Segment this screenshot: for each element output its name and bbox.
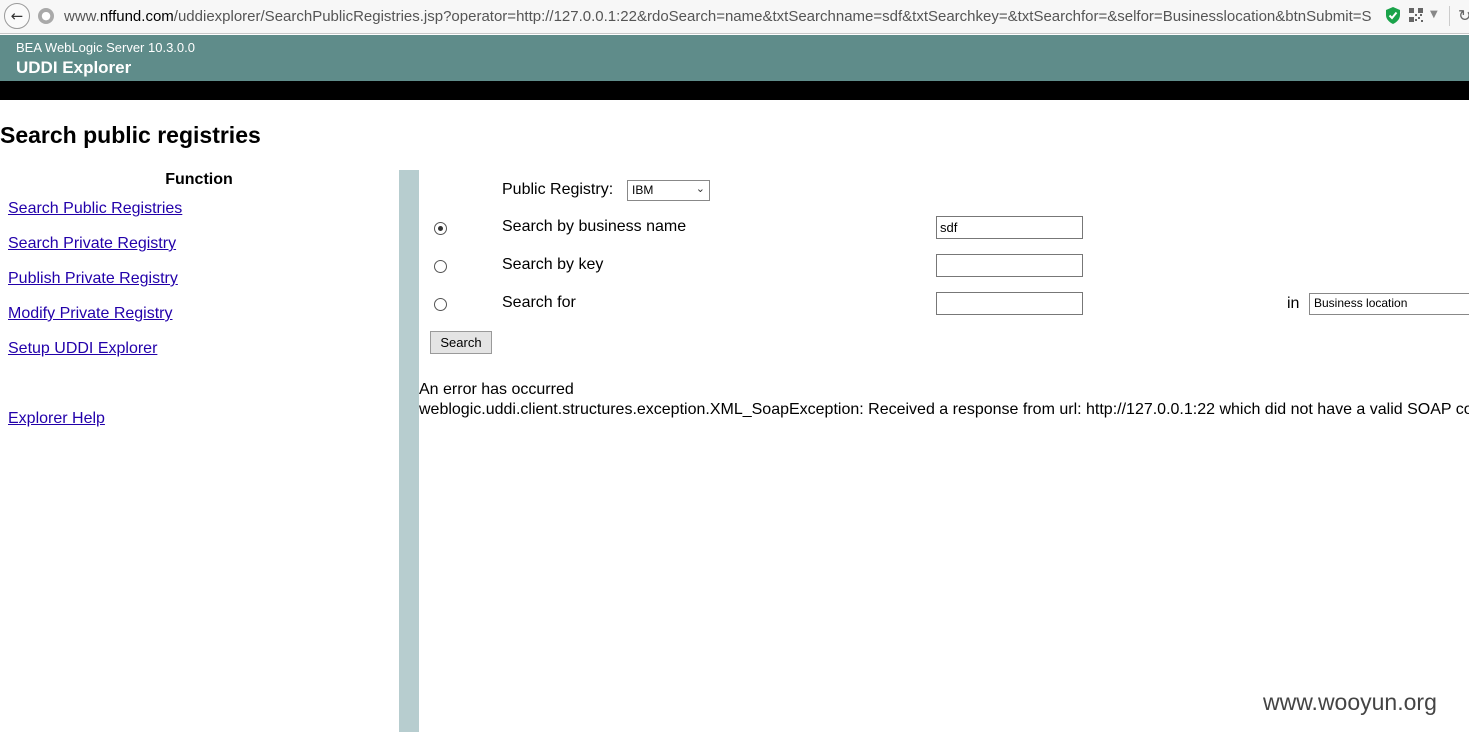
radio-search-by-key[interactable] [434, 260, 447, 273]
option-label-business-name: Search by business name [502, 218, 687, 235]
toolbar-divider [1449, 6, 1450, 26]
site-info-icon[interactable]: ● [38, 8, 54, 24]
radio-search-by-name[interactable] [434, 222, 447, 235]
url-prefix: www. [64, 8, 100, 25]
in-label: in [1287, 295, 1300, 312]
registry-select-value: IBM [632, 183, 654, 197]
app-header: BEA WebLogic Server 10.3.0.0 UDDI Explor… [0, 35, 1469, 81]
search-in-select-value: Business location [1314, 296, 1408, 310]
chevron-down-icon: ⌄ [695, 182, 705, 195]
shield-icon[interactable] [1386, 7, 1400, 24]
error-heading: An error has occurred [419, 381, 574, 398]
url-path: /uddiexplorer/SearchPublicRegistries.jsp… [173, 8, 1372, 25]
key-input[interactable] [936, 254, 1083, 277]
address-bar[interactable]: www.nffund.com/uddiexplorer/SearchPublic… [64, 8, 1378, 28]
option-label-key: Search by key [502, 256, 604, 273]
column-divider [399, 170, 419, 732]
nav-link-setup-uddi-explorer[interactable]: Setup UDDI Explorer [8, 340, 157, 358]
product-name: BEA WebLogic Server 10.3.0.0 [16, 40, 195, 55]
business-name-input[interactable]: sdf [936, 216, 1083, 239]
registry-label: Public Registry: [502, 181, 614, 198]
nav-link-search-public-registries[interactable]: Search Public Registries [8, 200, 182, 218]
nav-link-search-private-registry[interactable]: Search Private Registry [8, 235, 176, 253]
error-message: weblogic.uddi.client.structures.exceptio… [419, 401, 1469, 418]
nav-heading: Function [165, 171, 233, 188]
header-divider-bar [0, 81, 1469, 100]
radio-search-for[interactable] [434, 298, 447, 311]
page-title: Search public registries [0, 122, 261, 148]
url-host: nffund.com [99, 8, 174, 25]
browser-toolbar: ← ● www.nffund.com/uddiexplorer/SearchPu… [0, 0, 1469, 34]
app-title: UDDI Explorer [16, 58, 132, 77]
search-button[interactable]: Search [430, 331, 492, 354]
nav-link-explorer-help[interactable]: Explorer Help [8, 410, 105, 428]
watermark: www.wooyun.org [1263, 689, 1437, 715]
registry-select[interactable]: IBM ⌄ [627, 180, 710, 201]
nav-link-publish-private-registry[interactable]: Publish Private Registry [8, 270, 178, 288]
nav-link-modify-private-registry[interactable]: Modify Private Registry [8, 305, 173, 323]
reload-icon[interactable]: ↻ [1458, 6, 1469, 25]
option-label-search-for: Search for [502, 294, 576, 311]
qr-code-icon[interactable] [1409, 8, 1423, 22]
search-in-select[interactable]: Business location [1309, 293, 1469, 315]
back-icon[interactable]: ← [4, 3, 30, 29]
chevron-down-icon[interactable]: ▼ [1430, 9, 1438, 20]
search-for-input[interactable] [936, 292, 1083, 315]
